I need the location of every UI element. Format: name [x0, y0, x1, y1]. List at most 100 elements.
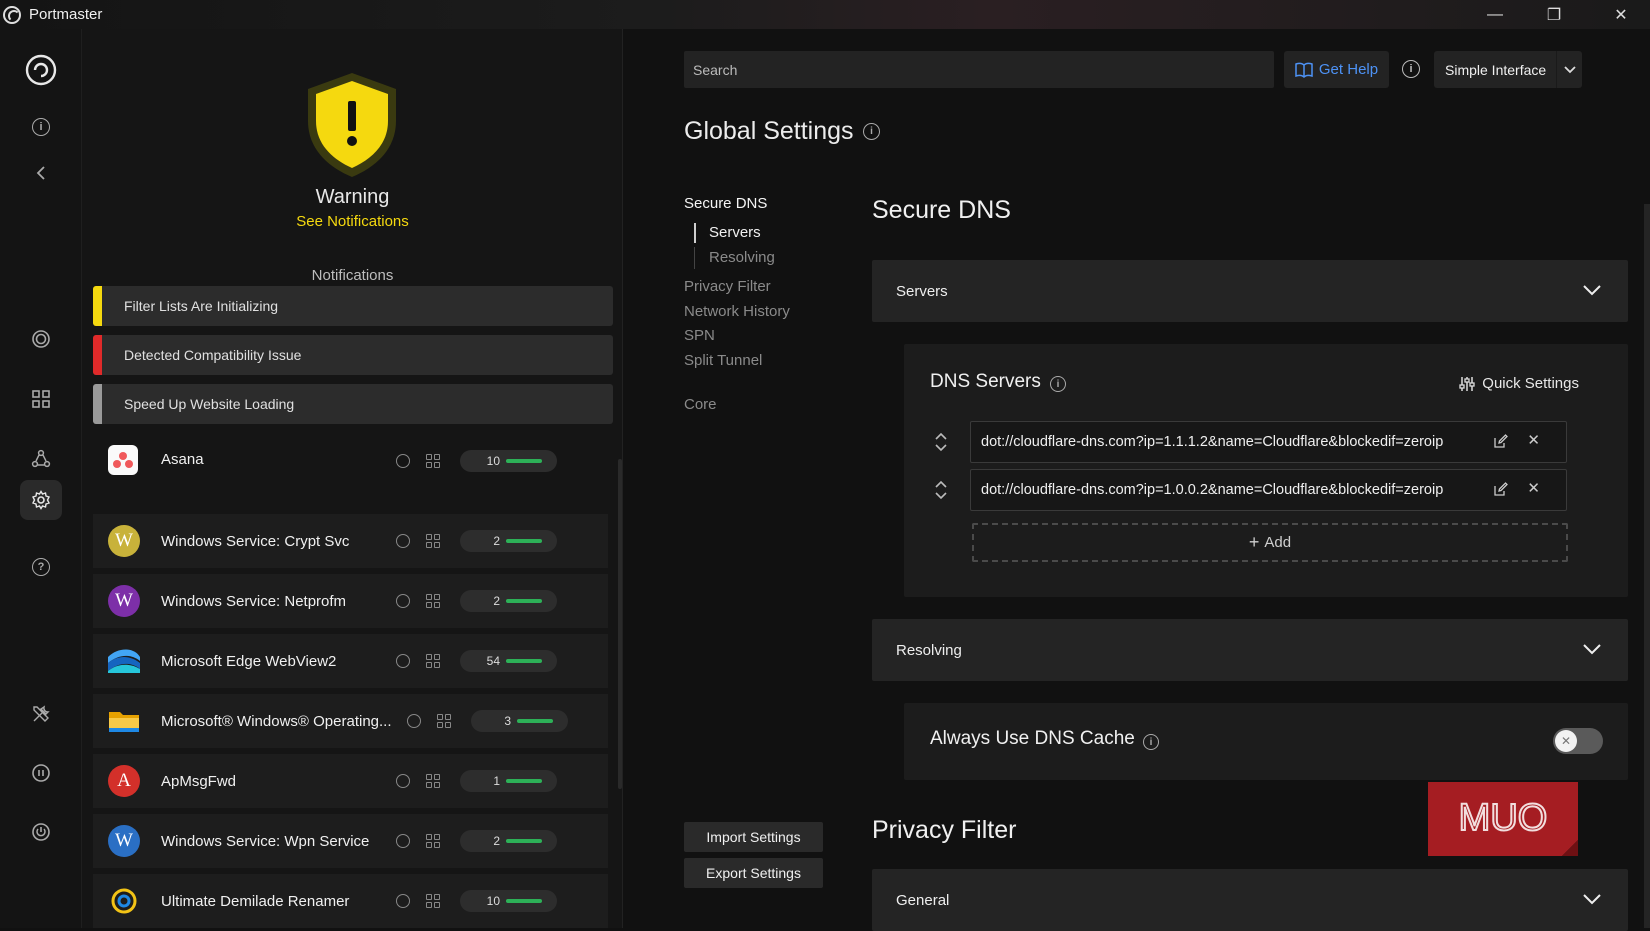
toc-network-history[interactable]: Network History	[684, 303, 790, 320]
chevron-down-icon	[1583, 285, 1601, 296]
app-row[interactable]: Asana 10	[93, 434, 608, 488]
folder-app-icon	[108, 705, 140, 737]
app-avatar: W	[108, 525, 140, 557]
toc-split-tunnel[interactable]: Split Tunnel	[684, 352, 762, 369]
network-monitor-icon[interactable]	[396, 894, 410, 908]
import-settings-button[interactable]: Import Settings	[684, 822, 823, 852]
info-icon[interactable]: i	[1050, 376, 1066, 392]
network-monitor-icon[interactable]	[396, 774, 410, 788]
chevron-down-icon[interactable]	[1556, 51, 1582, 88]
app-row[interactable]: Microsoft® Windows® Operating... 3	[93, 694, 608, 748]
toc-active-indicator	[694, 223, 696, 243]
network-monitor-icon[interactable]	[396, 454, 410, 468]
app-row[interactable]: Microsoft Edge WebView2 54	[93, 634, 608, 688]
info-icon[interactable]: i	[1402, 60, 1420, 78]
notification-item[interactable]: Filter Lists Are Initializing	[93, 286, 613, 326]
app-name: ApMsgFwd	[161, 772, 237, 790]
toc-spn[interactable]: SPN	[684, 327, 715, 344]
notification-item[interactable]: Detected Compatibility Issue	[93, 335, 613, 375]
connection-count: 1	[493, 774, 500, 788]
spn-icon[interactable]	[20, 439, 62, 479]
toggle-off-icon: ✕	[1555, 730, 1577, 752]
see-notifications-link[interactable]: See Notifications	[82, 213, 622, 230]
general-accordion[interactable]: General	[872, 869, 1628, 931]
pause-icon[interactable]	[20, 753, 62, 793]
get-help-button[interactable]: Get Help	[1284, 51, 1389, 88]
toc-secure-dns[interactable]: Secure DNS	[684, 195, 767, 212]
dns-server-entry[interactable]: dot://cloudflare-dns.com?ip=1.0.0.2&name…	[970, 469, 1567, 511]
dns-server-entry[interactable]: dot://cloudflare-dns.com?ip=1.1.1.2&name…	[970, 421, 1567, 463]
quick-settings-label: Quick Settings	[1482, 375, 1579, 392]
settings-gear-icon[interactable]	[20, 480, 62, 520]
main-scrollbar[interactable]	[1644, 204, 1650, 928]
network-monitor-icon[interactable]	[396, 594, 410, 608]
notification-label: Detected Compatibility Issue	[124, 347, 302, 363]
edit-icon[interactable]	[1494, 482, 1508, 496]
close-window-button[interactable]: ✕	[1592, 0, 1650, 29]
app-row[interactable]: A ApMsgFwd 1	[93, 754, 608, 808]
maximize-button[interactable]: ❐	[1525, 0, 1583, 29]
accordion-label: General	[896, 891, 950, 909]
status-title: Warning	[315, 186, 390, 208]
add-dns-server-button[interactable]: + Add	[972, 523, 1568, 562]
portmaster-logo-icon[interactable]	[20, 50, 62, 90]
toc-servers[interactable]: Servers	[709, 224, 761, 241]
connection-count-badge: 3	[471, 710, 568, 732]
asana-app-icon	[108, 445, 138, 475]
notification-label: Speed Up Website Loading	[124, 396, 295, 412]
network-monitor-icon[interactable]	[396, 834, 410, 848]
delete-icon[interactable]: ✕	[1527, 431, 1540, 449]
app-settings-icon[interactable]	[426, 534, 440, 548]
drag-sort-icon[interactable]	[934, 478, 948, 502]
drag-sort-icon[interactable]	[934, 430, 948, 454]
app-settings-icon[interactable]	[426, 774, 440, 788]
app-settings-icon[interactable]	[426, 594, 440, 608]
apps-icon[interactable]	[20, 379, 62, 419]
info-icon[interactable]: i	[863, 123, 880, 140]
app-list-scrollbar[interactable]	[618, 459, 622, 789]
resolving-accordion[interactable]: Resolving	[872, 619, 1628, 681]
chevron-down-icon	[1583, 644, 1601, 655]
interface-mode-select[interactable]: Simple Interface	[1434, 51, 1582, 88]
network-monitor-icon[interactable]	[396, 654, 410, 668]
app-name: Windows Service: Netprofm	[161, 592, 347, 610]
notifications-heading: Notifications	[311, 267, 394, 284]
network-monitor-icon[interactable]	[407, 714, 421, 728]
toc-core[interactable]: Core	[684, 396, 717, 413]
toc-privacy-filter[interactable]: Privacy Filter	[684, 278, 771, 295]
collapse-chevron-icon[interactable]	[20, 153, 62, 193]
section-title-secure-dns: Secure DNS	[872, 196, 1011, 224]
export-settings-button[interactable]: Export Settings	[684, 858, 823, 888]
connection-count: 10	[486, 454, 500, 468]
app-settings-icon[interactable]	[426, 894, 440, 908]
minimize-button[interactable]: —	[1466, 0, 1524, 29]
app-row[interactable]: W Windows Service: Netprofm 2	[93, 574, 608, 628]
app-settings-icon[interactable]	[426, 454, 440, 468]
search-input[interactable]: Search	[684, 51, 1274, 88]
app-settings-icon[interactable]	[426, 654, 440, 668]
app-row[interactable]: W Windows Service: Crypt Svc 2	[93, 514, 608, 568]
plus-icon: +	[1248, 532, 1260, 552]
quick-settings-button[interactable]: Quick Settings	[1459, 375, 1579, 392]
app-row[interactable]: W Windows Service: Wpn Service 2	[93, 814, 608, 868]
app-avatar: W	[108, 585, 140, 617]
info-icon[interactable]: i	[1143, 734, 1159, 750]
app-row[interactable]: Ultimate Demilade Renamer 10	[93, 874, 608, 928]
app-avatar: A	[108, 765, 140, 797]
tools-icon[interactable]	[20, 694, 62, 734]
dns-cache-toggle[interactable]: ✕	[1553, 728, 1603, 754]
app-settings-icon[interactable]	[437, 714, 451, 728]
power-icon[interactable]	[20, 812, 62, 852]
app-settings-icon[interactable]	[426, 834, 440, 848]
connection-count-badge: 10	[460, 890, 557, 912]
toc-resolving[interactable]: Resolving	[709, 249, 775, 266]
servers-accordion[interactable]: Servers	[872, 260, 1628, 322]
network-monitor-icon[interactable]	[396, 534, 410, 548]
delete-icon[interactable]: ✕	[1527, 479, 1540, 497]
info-icon[interactable]: i	[20, 107, 62, 147]
help-icon[interactable]: ?	[20, 547, 62, 587]
app-name: Asana	[161, 451, 204, 468]
notification-item[interactable]: Speed Up Website Loading	[93, 384, 613, 424]
monitor-icon[interactable]	[20, 319, 62, 359]
edit-icon[interactable]	[1494, 434, 1508, 448]
